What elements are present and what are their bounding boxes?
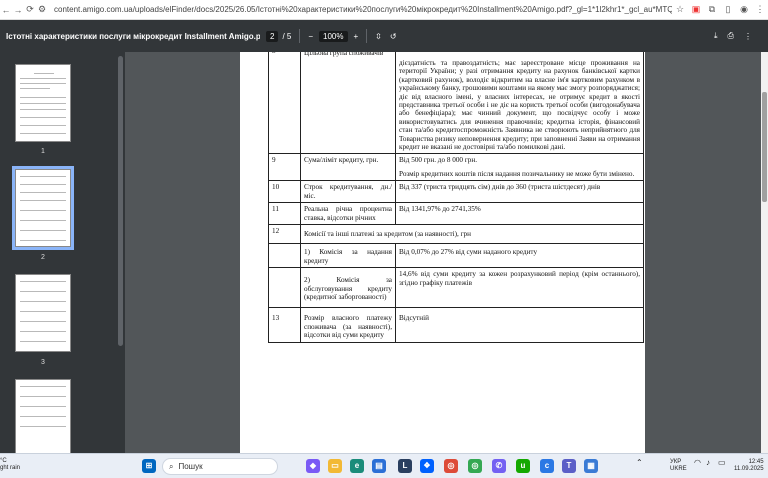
fit-page-icon[interactable]: ⇳: [375, 32, 382, 41]
browser-address-bar: ← → ⟳ ⚙ content.amigo.com.ua/uploads/elF…: [0, 0, 768, 20]
app-extra-icon[interactable]: ▦: [584, 459, 598, 473]
thumbnail-page-1[interactable]: [15, 64, 71, 142]
row-number: 12: [268, 223, 301, 245]
search-placeholder: Пошук: [178, 462, 203, 471]
edge-icon[interactable]: e: [350, 459, 364, 473]
pdf-page: 8 Цільова група споживачів дієздатність …: [240, 52, 645, 453]
characteristics-table: 8 Цільова група споживачів дієздатність …: [268, 52, 644, 343]
store-icon[interactable]: ▤: [372, 459, 386, 473]
file-explorer-icon[interactable]: ▭: [328, 459, 342, 473]
clock-time: 12:45: [748, 459, 764, 465]
extensions-icon[interactable]: ⧉: [704, 4, 720, 15]
teams-icon[interactable]: T: [562, 459, 576, 473]
pdf-toolbar: Істотні характеристики послуги мікрокред…: [0, 20, 768, 52]
row-number: 10: [268, 180, 301, 204]
copilot-icon[interactable]: ◆: [306, 459, 320, 473]
thumbnail-page-4[interactable]: [15, 379, 71, 457]
battery-icon[interactable]: ▭: [718, 459, 726, 467]
lang-layout: UKRE: [670, 466, 687, 472]
row-label: Розмір власного платежу споживача (за на…: [300, 307, 396, 343]
row-label: Реальна річна процентна ставка, відсотки…: [300, 202, 396, 225]
row-label: 1) Комісія за надання кредиту: [300, 243, 396, 269]
rotate-icon[interactable]: ↺: [390, 32, 397, 41]
document-title: Істотні характеристики послуги мікрокред…: [6, 31, 260, 41]
row-label: Цільова група споживачів: [300, 52, 396, 155]
table-row: 12 Комісії та інші платежі за кредитом (…: [268, 223, 644, 245]
thumbnail-label: 2: [41, 254, 45, 261]
print-icon[interactable]: ⎙: [728, 31, 734, 41]
thumbnail-page-3[interactable]: [15, 274, 71, 352]
row-value: Від 337 (триста тридцять сім) днів до 36…: [395, 180, 644, 204]
table-row: 1) Комісія за надання кредиту Від 0,07% …: [268, 243, 644, 269]
weather-temp: °C: [0, 458, 7, 464]
more-menu-icon[interactable]: ⋮: [752, 4, 768, 15]
thumbnail-sidebar: 1 2 3: [0, 52, 125, 457]
dropbox-icon[interactable]: ❖: [420, 459, 434, 473]
page-total: / 5: [282, 31, 292, 41]
arrow-left-icon[interactable]: ←: [0, 5, 12, 15]
chrome-profile-icon[interactable]: ◎: [468, 459, 482, 473]
app-c-icon[interactable]: c: [540, 459, 554, 473]
lang-code: УКР: [670, 459, 682, 465]
thumbnail-label: 1: [41, 148, 45, 155]
table-row: 10 Строк кредитування, дн./міс. Від 337 …: [268, 180, 644, 204]
row-label: Сума/ліміт кредиту, грн.: [300, 153, 396, 182]
table-row: 8 Цільова група споживачів дієздатність …: [268, 52, 644, 155]
clock[interactable]: 12:45 11.09.2025: [734, 459, 764, 473]
zoom-in-button[interactable]: +: [354, 32, 359, 41]
thumbnail-page-2[interactable]: [12, 166, 74, 250]
extension-badge-icon[interactable]: ▣: [688, 4, 704, 15]
reload-icon[interactable]: ⟳: [24, 4, 36, 15]
row-value: Від 500 грн. до 8 000 грн. Розмір кредит…: [395, 153, 644, 182]
search-icon: ⌕: [169, 461, 174, 471]
language-indicator[interactable]: УКР UKRE: [670, 459, 687, 473]
table-row: 11 Реальна річна процентна ставка, відсо…: [268, 202, 644, 225]
row-label: Строк кредитування, дн./міс.: [300, 180, 396, 204]
sidebar-panel-icon[interactable]: ▯: [720, 4, 736, 15]
site-info-icon[interactable]: ⚙: [36, 4, 48, 15]
url-text[interactable]: content.amigo.com.ua/uploads/elFinder/do…: [48, 5, 672, 14]
wifi-icon[interactable]: ◠: [694, 459, 701, 467]
row-value: Від 0,07% до 27% від суми наданого креди…: [395, 243, 644, 269]
zoom-out-button[interactable]: −: [308, 32, 313, 41]
row-label: 2) Комісія за обслуговування кредиту (кр…: [300, 267, 396, 309]
row-value: Від 1341,97% до 2741,35%: [395, 202, 644, 225]
row-number: 11: [268, 202, 301, 225]
viber-icon[interactable]: ✆: [492, 459, 506, 473]
row-value: дієздатність та правоздатність; має заре…: [395, 52, 644, 155]
sidebar-scrollbar[interactable]: [118, 56, 123, 346]
row-value-note: Розмір кредитних коштів після надання по…: [399, 169, 635, 178]
taskbar-search[interactable]: ⌕ Пошук: [162, 458, 278, 475]
row-section-title: Комісії та інші платежі за кредитом (за …: [300, 223, 644, 245]
windows-taskbar: °C ght rain ⊞ ⌕ Пошук ◆ ▭ e ▤ L ❖ ◎ ◎ ✆ …: [0, 453, 768, 478]
table-row: 9 Сума/ліміт кредиту, грн. Від 500 грн. …: [268, 153, 644, 182]
arrow-right-icon[interactable]: →: [12, 5, 24, 15]
document-scrollbar[interactable]: [761, 52, 768, 453]
app-l-icon[interactable]: L: [398, 459, 412, 473]
start-icon[interactable]: ⊞: [142, 459, 156, 473]
thumbnail-label: 3: [41, 359, 45, 366]
document-viewer: 8 Цільова група споживачів дієздатність …: [125, 52, 768, 453]
page-number-input[interactable]: 2: [266, 30, 279, 42]
zoom-input[interactable]: 100%: [319, 30, 348, 42]
more-options-icon[interactable]: ⋮: [744, 32, 752, 41]
tray-chevron-icon[interactable]: ⌃: [636, 459, 643, 467]
weather-text: ght rain: [0, 465, 21, 471]
table-row: 13 Розмір власного платежу споживача (за…: [268, 307, 644, 343]
row-number: 13: [268, 307, 301, 343]
row-value: 14,6% від суми кредиту за кожен розрахун…: [395, 267, 644, 309]
row-value: Відсутній: [395, 307, 644, 343]
row-number: 8: [268, 52, 301, 155]
clock-date: 11.09.2025: [734, 466, 764, 472]
weather-widget[interactable]: °C ght rain: [0, 458, 20, 472]
row-number: 9: [268, 153, 301, 182]
upwork-icon[interactable]: u: [516, 459, 530, 473]
table-row: 2) Комісія за обслуговування кредиту (кр…: [268, 267, 644, 309]
volume-icon[interactable]: ♪: [706, 459, 710, 467]
chrome-icon[interactable]: ◎: [444, 459, 458, 473]
download-icon[interactable]: ⤓: [714, 31, 718, 41]
star-icon[interactable]: ☆: [672, 4, 688, 15]
row-value-line: Від 500 грн. до 8 000 грн.: [399, 156, 478, 165]
profile-avatar[interactable]: ◉: [736, 4, 752, 15]
